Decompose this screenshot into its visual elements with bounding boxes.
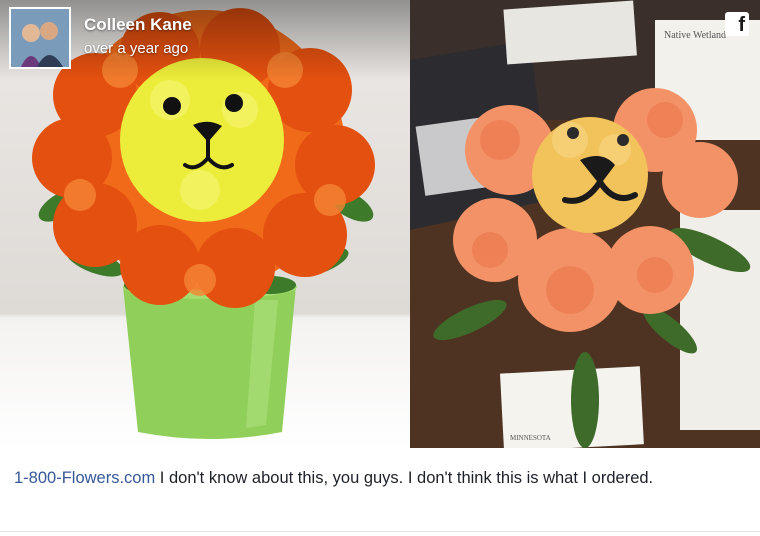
facebook-post: Native Wetland MINNESOTA Colleen Kane ov… xyxy=(0,0,760,536)
post-divider xyxy=(0,531,760,532)
card-text: MINNESOTA xyxy=(510,434,551,442)
avatar-image xyxy=(11,9,69,67)
facebook-icon: f xyxy=(725,12,749,36)
post-timestamp[interactable]: over a year ago xyxy=(84,40,188,57)
received-bouquet-illustration: Native Wetland MINNESOTA xyxy=(410,0,760,448)
note-text: Native Wetland xyxy=(664,30,726,41)
avatar[interactable] xyxy=(9,7,71,69)
author-name[interactable]: Colleen Kane xyxy=(84,15,192,35)
received-bouquet-photo[interactable]: Native Wetland MINNESOTA xyxy=(410,0,760,448)
post-header: Colleen Kane over a year ago xyxy=(0,0,410,80)
post-caption: 1-800-Flowers.com I don't know about thi… xyxy=(14,466,744,491)
caption-text: I don't know about this, you guys. I don… xyxy=(155,469,654,487)
caption-page-link[interactable]: 1-800-Flowers.com xyxy=(14,469,155,487)
